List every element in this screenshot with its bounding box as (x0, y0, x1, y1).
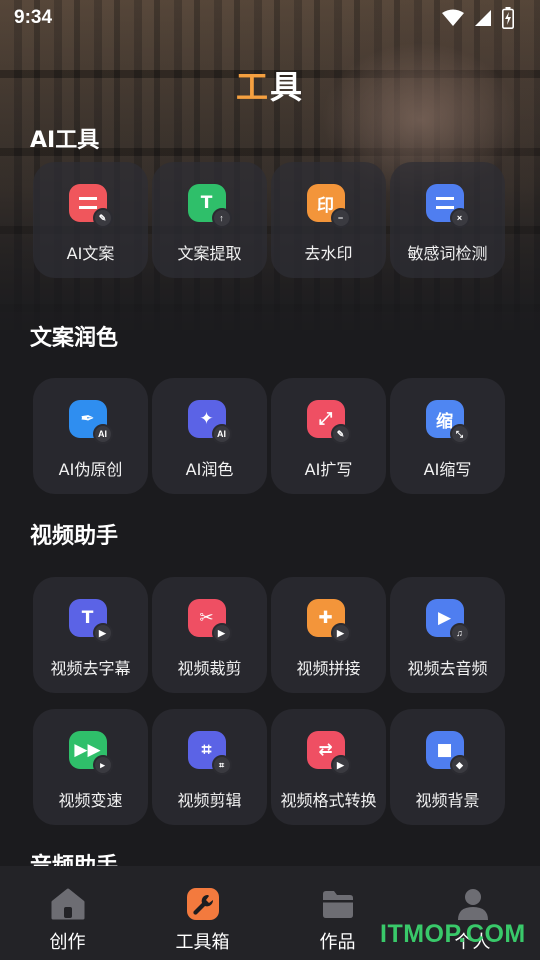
video-remove-subtitle-icon: T ▶ (68, 599, 113, 643)
battery-charging-icon (502, 7, 514, 29)
ai-abbreviate-icon: 缩 ⤡ (425, 400, 470, 444)
tool-icon-badge: ▶ (330, 755, 351, 775)
tool-tile[interactable]: ✦ AI AI润色 (152, 378, 267, 494)
tool-icon-badge: ⤡ (449, 424, 470, 444)
doc-lines-icon (78, 197, 97, 209)
video-edit-icon: ⌗ ⌗ (187, 731, 232, 775)
page-title-rest: 具 (270, 68, 305, 106)
wrench-icon (185, 886, 221, 922)
copy-polish-grid: ✒ AI AI伪原创 ✦ AI AI润色 ⤢ ✎ AI扩写 缩 ⤡ AI缩写 (33, 378, 505, 494)
section-title-audio-assistant: 音频助手 (30, 848, 118, 866)
section-title-video-assistant: 视频助手 (30, 524, 119, 549)
tool-label: 视频剪辑 (177, 791, 242, 810)
tool-icon-badge: ♫ (449, 623, 470, 643)
video-cut-icon: ✂ ▶ (187, 599, 232, 643)
ai-tools-grid: ✎ AI文案 T ↑ 文案提取 印 − 去水印 × 敏感词检测 (33, 162, 505, 278)
video-assistant-grid: T ▶ 视频去字幕 ✂ ▶ 视频裁剪 ✚ ▶ 视频拼接 ▶ ♫ 视频去音频 ▶▶ ▸ 视频变速 ⌗ ⌗ 视频剪辑 ⇄… (33, 577, 505, 825)
video-remove-audio-icon: ▶ ♫ (425, 599, 470, 643)
tool-label: 敏感词检测 (407, 244, 488, 263)
tab-create[interactable]: 创作 (0, 866, 135, 960)
tool-label: 去水印 (304, 244, 353, 263)
tool-icon-badge: AI (211, 424, 232, 444)
signal-icon (475, 10, 491, 26)
tool-label: 视频去音频 (407, 659, 488, 678)
site-watermark: ITMOP.COM (380, 920, 526, 948)
person-icon (455, 886, 491, 922)
tool-tile[interactable]: ▶ ♫ 视频去音频 (390, 577, 505, 693)
wifi-icon (442, 9, 464, 26)
tool-tile[interactable]: ⇄ ▶ 视频格式转换 (271, 709, 386, 825)
tool-icon-badge: ↑ (211, 208, 232, 228)
status-bar: 9:34 (0, 0, 540, 36)
tab-create-label: 创作 (49, 932, 86, 953)
tool-tile[interactable]: 缩 ⤡ AI缩写 (390, 378, 505, 494)
tool-label: 文案提取 (177, 244, 242, 263)
tool-icon-badge: ▸ (92, 755, 113, 775)
tool-icon-badge: ⌗ (211, 755, 232, 775)
home-icon (50, 886, 86, 922)
tool-label: 视频裁剪 (177, 659, 242, 678)
tool-label: 视频变速 (58, 791, 123, 810)
tool-tile[interactable]: × 敏感词检测 (390, 162, 505, 278)
ai-expand-icon: ⤢ ✎ (306, 400, 351, 444)
tool-icon-badge: AI (92, 424, 113, 444)
tool-tile[interactable]: ✂ ▶ 视频裁剪 (152, 577, 267, 693)
tool-tile[interactable]: ✒ AI AI伪原创 (33, 378, 148, 494)
sensitive-word-icon: × (425, 184, 470, 228)
tab-toolbox[interactable]: 工具箱 (135, 866, 270, 960)
tool-tile[interactable]: ✚ ▶ 视频拼接 (271, 577, 386, 693)
status-time: 9:34 (14, 7, 53, 28)
tool-icon-badge: ▶ (92, 623, 113, 643)
page-title: 工具 (0, 62, 540, 108)
section-title-ai-tools: AI工具 (30, 128, 100, 153)
tool-icon-badge: ▶ (330, 623, 351, 643)
tool-icon-badge: × (449, 208, 470, 228)
tool-tile[interactable]: ⌗ ⌗ 视频剪辑 (152, 709, 267, 825)
tab-toolbox-label: 工具箱 (175, 932, 230, 953)
tool-label: 视频拼接 (296, 659, 361, 678)
tool-icon-badge: − (330, 208, 351, 228)
ai-polish-icon: ✦ AI (187, 400, 232, 444)
tool-tile[interactable]: T ▶ 视频去字幕 (33, 577, 148, 693)
status-icons (442, 7, 514, 29)
tool-tile[interactable]: T ↑ 文案提取 (152, 162, 267, 278)
video-format-convert-icon: ⇄ ▶ (306, 731, 351, 775)
text-extract-icon: T ↑ (187, 184, 232, 228)
page-title-accent: 工 (235, 68, 270, 106)
tool-label: AI文案 (66, 244, 115, 263)
tools-content[interactable]: AI工具 ✎ AI文案 T ↑ 文案提取 印 − 去水印 × 敏感词检测 文案润色 ✒ AI AI伪原… (0, 110, 540, 866)
tool-tile[interactable]: 印 − 去水印 (271, 162, 386, 278)
doc-lines-icon (435, 197, 454, 209)
tool-icon-badge: ✎ (92, 208, 113, 228)
tool-label: 视频去字幕 (50, 659, 131, 678)
tool-icon-badge: ◆ (449, 755, 470, 775)
ai-rewrite-icon: ✒ AI (68, 400, 113, 444)
tool-label: AI伪原创 (58, 460, 123, 479)
remove-watermark-icon: 印 − (306, 184, 351, 228)
tab-works-label: 作品 (319, 932, 356, 953)
tool-tile[interactable]: ⤢ ✎ AI扩写 (271, 378, 386, 494)
ai-copywriting-icon: ✎ (68, 184, 113, 228)
tool-icon-badge: ▶ (211, 623, 232, 643)
tool-label: AI缩写 (423, 460, 472, 479)
tool-label: AI扩写 (304, 460, 353, 479)
tool-tile[interactable]: ■ ◆ 视频背景 (390, 709, 505, 825)
tool-tile[interactable]: ▶▶ ▸ 视频变速 (33, 709, 148, 825)
folder-icon (320, 886, 356, 922)
video-speed-icon: ▶▶ ▸ (68, 731, 113, 775)
tool-icon-badge: ✎ (330, 424, 351, 444)
tool-label: AI润色 (185, 460, 234, 479)
tool-tile[interactable]: ✎ AI文案 (33, 162, 148, 278)
tool-label: 视频背景 (415, 791, 480, 810)
tool-label: 视频格式转换 (280, 791, 377, 810)
video-background-icon: ■ ◆ (425, 731, 470, 775)
section-title-copy-polish: 文案润色 (30, 326, 119, 351)
video-merge-icon: ✚ ▶ (306, 599, 351, 643)
